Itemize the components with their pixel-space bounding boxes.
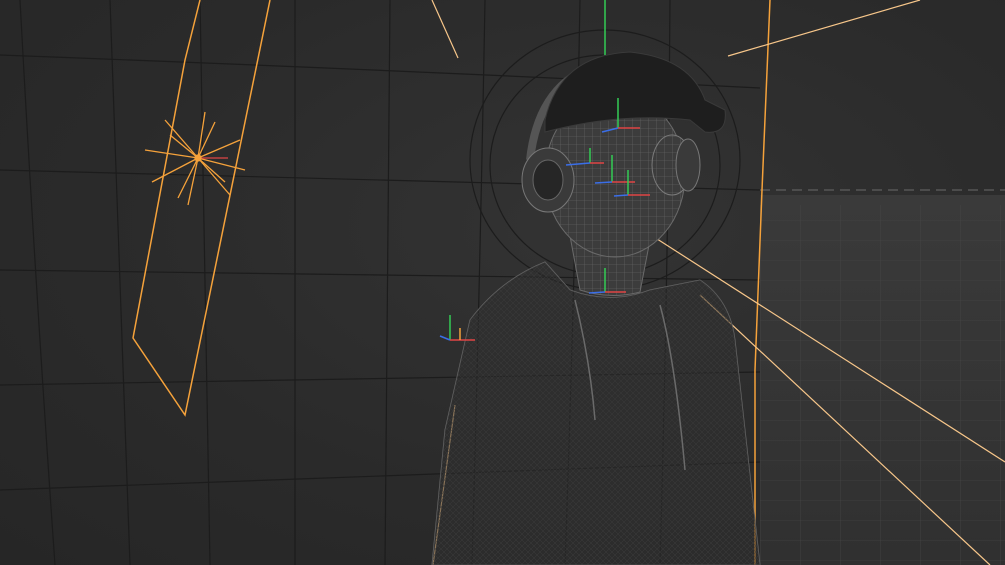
- 3d-viewport[interactable]: [0, 0, 1005, 565]
- viewport-canvas[interactable]: [0, 0, 1005, 565]
- body-shade: [432, 262, 760, 565]
